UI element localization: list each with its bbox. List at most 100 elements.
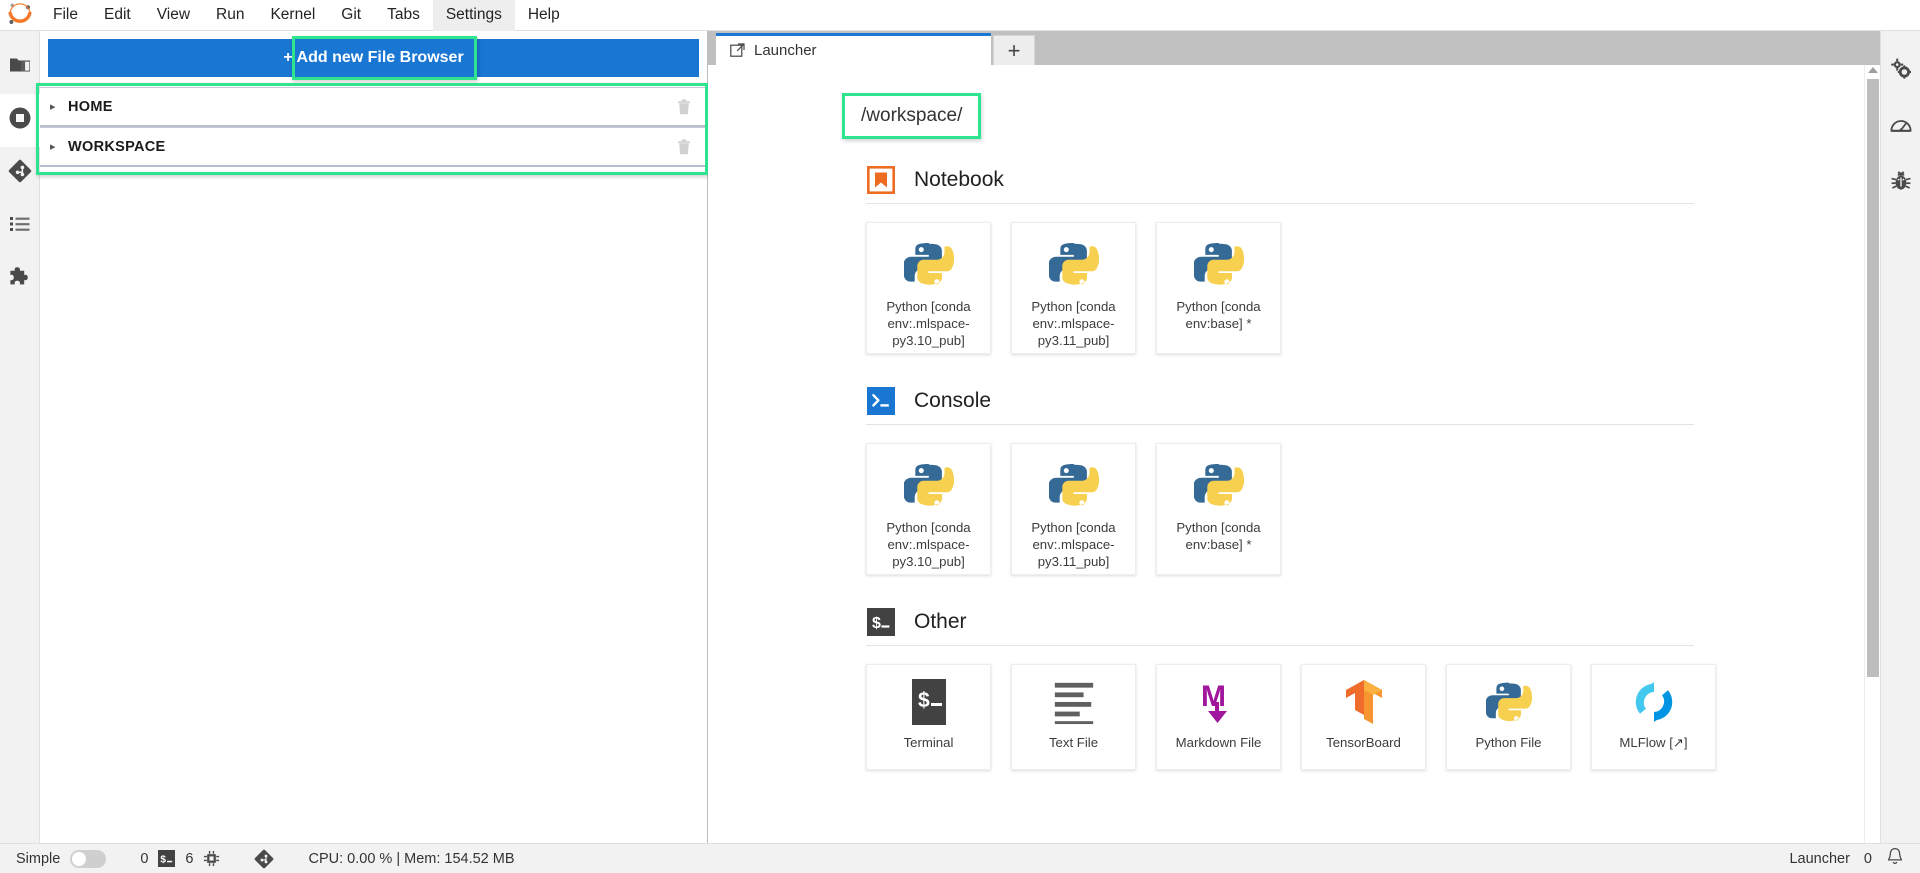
launcher-card-label: Text File [1048, 735, 1099, 750]
launcher-card-label: TensorBoard [1326, 735, 1401, 750]
launcher-card-console-base[interactable]: Python [conda env:base] * [1156, 443, 1281, 575]
menu-item-git[interactable]: Git [328, 0, 374, 31]
menu-item-label: Tabs [387, 6, 420, 23]
svg-text:M: M [1201, 680, 1226, 713]
jupyterlab-window: File Edit View Run Kernel Git Tabs Setti… [0, 0, 1920, 873]
launcher-card-python-file[interactable]: Python File [1446, 664, 1571, 770]
python-icon [1192, 458, 1246, 512]
git-icon[interactable] [254, 849, 274, 869]
status-bar-left: Simple 0 $ 6 CPU: 0.00 % | Mem: 154.52 M… [16, 849, 515, 869]
file-browser-label: WORKSPACE [68, 138, 166, 155]
puzzle-piece-icon [8, 265, 32, 294]
tab-launcher[interactable]: Launcher [716, 33, 991, 65]
notification-count: 0 [1863, 850, 1872, 867]
document-panel: /workspace/ Notebook Python [conda env:.… [708, 65, 1880, 843]
launcher-card-label: MLFlow [↗] [1619, 735, 1688, 750]
launcher-card-label: Python [conda env:base] * [1176, 520, 1261, 552]
scroll-up-arrow-icon[interactable] [1868, 67, 1878, 73]
add-new-file-browser-button[interactable]: + Add new File Browser [48, 39, 699, 77]
launcher-card-notebook-py311[interactable]: Python [conda env:.mlspace-py3.11_pub] [1011, 222, 1136, 354]
launcher-section-console: Console Python [conda env:.mlspace-py3.1… [842, 386, 1844, 603]
chevron-right-icon: ▸ [50, 141, 56, 153]
menu-item-edit[interactable]: Edit [91, 0, 144, 31]
launcher-card-notebook-base[interactable]: Python [conda env:base] * [1156, 222, 1281, 354]
svg-text:$: $ [918, 689, 930, 712]
cpu-chip-icon[interactable] [203, 850, 220, 867]
sidebar-item-resource-usage[interactable] [1881, 99, 1920, 155]
launcher-card-label: Python [conda env:.mlspace-py3.11_pub] [1031, 299, 1116, 348]
launcher-card-tensorboard[interactable]: TensorBoard [1301, 664, 1426, 770]
scrollbar-thumb[interactable] [1867, 79, 1879, 677]
section-header: Console [842, 386, 1844, 416]
python-icon [1047, 458, 1101, 512]
sidebar-item-running-sessions[interactable] [0, 94, 40, 147]
simple-mode-toggle[interactable] [70, 849, 107, 868]
python-icon [1192, 237, 1246, 291]
launcher-card-notebook-py310[interactable]: Python [conda env:.mlspace-py3.10_pub] [866, 222, 991, 354]
sidebar-item-table-of-contents[interactable] [0, 200, 40, 253]
menu-item-tabs[interactable]: Tabs [374, 0, 433, 31]
menu-item-label: Edit [103, 6, 131, 23]
tab-bar: Launcher + [708, 31, 1880, 65]
sidebar-item-property-inspector[interactable] [1881, 43, 1920, 99]
launcher-card-text-file[interactable]: Text File [1011, 664, 1136, 770]
file-browser-item-workspace[interactable]: ▸ WORKSPACE [40, 127, 707, 167]
menu-item-help[interactable]: Help [515, 0, 573, 31]
menu-item-list: File Edit View Run Kernel Git Tabs Setti… [40, 0, 573, 31]
current-directory-path: /workspace/ [842, 93, 982, 139]
file-browser-item-home[interactable]: ▸ HOME [40, 87, 707, 127]
launcher-panel: /workspace/ Notebook Python [conda env:.… [708, 65, 1864, 843]
menu-item-file[interactable]: File [40, 0, 91, 31]
notebook-icon [866, 165, 896, 195]
table-of-contents-icon [9, 214, 31, 239]
terminal-session-count: 6 [185, 850, 194, 867]
menu-item-label: Kernel [270, 6, 316, 23]
menu-item-view[interactable]: View [144, 0, 203, 31]
launcher-card-markdown-file[interactable]: M Markdown File [1156, 664, 1281, 770]
active-document-name[interactable]: Launcher [1789, 851, 1849, 867]
trash-icon[interactable] [675, 138, 693, 156]
sidebar-item-debugger[interactable] [1881, 155, 1920, 211]
current-directory-wrap: /workspace/ [842, 93, 982, 139]
console-icon [866, 386, 896, 416]
launcher-card-label: Python [conda env:.mlspace-py3.10_pub] [886, 520, 971, 569]
menu-item-label: Git [341, 6, 362, 23]
python-icon [902, 237, 956, 291]
menu-item-run[interactable]: Run [203, 0, 257, 31]
svg-text:$: $ [872, 615, 881, 632]
menu-item-settings[interactable]: Settings [432, 0, 515, 31]
sidebar-item-extension-manager[interactable] [0, 253, 40, 306]
launcher-card-label: Markdown File [1175, 735, 1262, 750]
bug-icon [1889, 169, 1913, 198]
terminal-icon[interactable]: $ [158, 850, 176, 867]
menu-item-label: View [156, 6, 191, 23]
menu-item-label: Help [527, 6, 560, 23]
gears-icon [1889, 57, 1913, 86]
sidebar-item-git[interactable] [0, 147, 40, 200]
launcher-scrollbar[interactable] [1864, 65, 1880, 843]
menu-item-kernel[interactable]: Kernel [257, 0, 328, 31]
launcher-card-console-py311[interactable]: Python [conda env:.mlspace-py3.11_pub] [1011, 443, 1136, 575]
simple-mode-label: Simple [16, 850, 61, 867]
resource-usage-text: CPU: 0.00 % | Mem: 154.52 MB [308, 850, 515, 867]
new-tab-button[interactable]: + [993, 35, 1035, 65]
launcher-card-console-py310[interactable]: Python [conda env:.mlspace-py3.10_pub] [866, 443, 991, 575]
section-header: $ Other [842, 607, 1844, 637]
python-icon [1047, 237, 1101, 291]
toggle-knob [72, 851, 87, 866]
section-title: Other [914, 610, 967, 633]
launcher-card-mlflow[interactable]: MLFlow [↗] [1591, 664, 1716, 770]
launcher-card-label: Python File [1475, 735, 1542, 750]
main-dock-area: Launcher + /workspace/ Notebook Python [… [708, 31, 1880, 843]
launcher-card-terminal[interactable]: $ Terminal [866, 664, 991, 770]
text-file-icon [1051, 679, 1097, 725]
tensorboard-icon [1341, 679, 1387, 725]
sidebar-item-file-browser[interactable] [0, 41, 40, 94]
tab-label: Launcher [754, 42, 817, 59]
launcher-card-label: Terminal [903, 735, 954, 750]
trash-icon[interactable] [675, 98, 693, 116]
bell-icon[interactable] [1886, 847, 1904, 870]
left-panel-file-browser: + Add new File Browser ▸ HOME ▸ WORKSPAC… [36, 31, 708, 843]
status-bar: Simple 0 $ 6 CPU: 0.00 % | Mem: 154.52 M… [0, 843, 1920, 873]
file-browser-label: HOME [68, 98, 113, 115]
